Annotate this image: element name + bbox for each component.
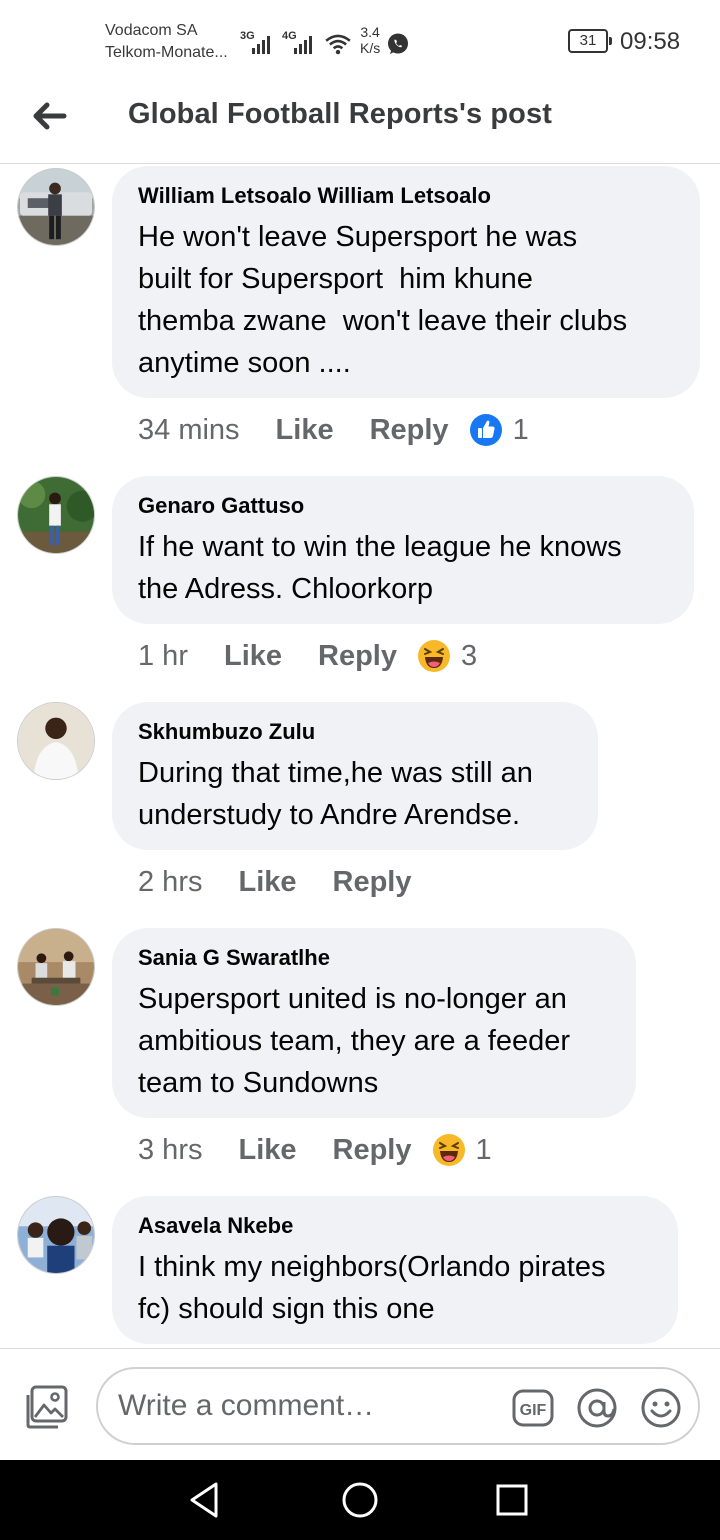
at-mention-icon[interactable] xyxy=(576,1387,618,1429)
nav-back-icon[interactable] xyxy=(184,1478,228,1522)
signal-4g-icon: 4G xyxy=(282,30,318,56)
comment-bubble[interactable]: William Letsoalo William Letsoalo He won… xyxy=(112,166,700,398)
carrier-line-2: Telkom-Monate... xyxy=(105,44,228,61)
like-button[interactable]: Like xyxy=(238,866,296,899)
comment-actions: 3 hrs Like Reply 1 xyxy=(138,1130,492,1170)
haha-reaction-icon xyxy=(432,1134,465,1166)
reaction-count: 1 xyxy=(475,1133,492,1166)
comment-author[interactable]: Skhumbuzo Zulu xyxy=(138,718,572,746)
reply-button[interactable]: Reply xyxy=(333,1134,412,1167)
reply-button[interactable]: Reply xyxy=(318,640,397,673)
carrier-info: Vodacom SA Telkom-Monate... xyxy=(105,20,228,64)
post-header: Global Football Reports's post xyxy=(0,82,720,164)
reply-button[interactable]: Reply xyxy=(370,414,449,447)
comment-text: I think my neighbors(Orlando pirates fc)… xyxy=(138,1251,606,1325)
nav-recents-icon[interactable] xyxy=(490,1478,534,1522)
carrier-line-1: Vodacom SA xyxy=(105,22,198,39)
svg-text:GIF: GIF xyxy=(520,1402,547,1419)
comment-timestamp[interactable]: 2 hrs xyxy=(138,866,202,899)
avatar[interactable] xyxy=(17,1196,95,1274)
reaction-summary[interactable]: 1 xyxy=(469,413,529,447)
comment-text: Supersport united is no-longer an ambiti… xyxy=(138,983,571,1099)
like-button[interactable]: Like xyxy=(224,640,282,673)
signal-3g-icon: 3G xyxy=(240,30,276,56)
comment-box[interactable]: GIF xyxy=(96,1367,700,1445)
reaction-count: 3 xyxy=(461,639,478,672)
photo-icon[interactable] xyxy=(22,1383,70,1431)
reaction-count: 1 xyxy=(512,413,529,446)
comment-timestamp[interactable]: 3 hrs xyxy=(138,1134,202,1167)
network-speed-value: 3.4 xyxy=(360,24,380,40)
comment-input[interactable] xyxy=(118,1369,498,1443)
comment-text: He won't leave Supersport he was built f… xyxy=(138,221,628,379)
comment-author[interactable]: Sania G Swaratlhe xyxy=(138,944,610,972)
comment-author[interactable]: Asavela Nkebe xyxy=(138,1212,652,1240)
wifi-icon xyxy=(325,34,351,55)
comment-text: If he want to win the league he knows th… xyxy=(138,531,622,605)
comment-author[interactable]: Genaro Gattuso xyxy=(138,492,668,520)
like-reaction-icon xyxy=(469,414,502,446)
haha-reaction-icon xyxy=(418,640,450,672)
network-indicators: 3G 4G 3.4 K/s xyxy=(240,24,410,56)
page-title: Global Football Reports's post xyxy=(128,98,552,130)
gif-icon[interactable]: GIF xyxy=(512,1387,554,1429)
comment-author[interactable]: William Letsoalo William Letsoalo xyxy=(138,182,674,210)
like-button[interactable]: Like xyxy=(238,1134,296,1167)
comment-bubble[interactable]: Skhumbuzo Zulu During that time,he was s… xyxy=(112,702,598,850)
comment-timestamp[interactable]: 1 hr xyxy=(138,640,188,673)
arrow-left-icon[interactable] xyxy=(26,92,74,140)
like-button[interactable]: Like xyxy=(276,414,334,447)
reaction-summary[interactable]: 3 xyxy=(417,639,477,673)
network-speed: 3.4 K/s xyxy=(360,24,380,56)
clock: 09:58 xyxy=(620,28,681,55)
emoji-icon[interactable] xyxy=(640,1387,682,1429)
system-nav-bar xyxy=(0,1460,720,1540)
avatar[interactable] xyxy=(17,702,95,780)
battery-level: 31 xyxy=(579,32,597,49)
whatsapp-icon xyxy=(388,33,409,54)
comment-list[interactable]: William Letsoalo William Letsoalo He won… xyxy=(0,164,720,1348)
comment-actions: 2 hrs Like Reply xyxy=(138,862,448,902)
comment-bubble[interactable]: Genaro Gattuso If he want to win the lea… xyxy=(112,476,694,624)
avatar[interactable] xyxy=(17,928,95,1006)
comment-actions: 34 mins Like Reply 1 xyxy=(138,410,529,450)
comment-bubble[interactable]: Asavela Nkebe I think my neighbors(Orlan… xyxy=(112,1196,678,1344)
reply-button[interactable]: Reply xyxy=(333,866,412,899)
comment-actions: 1 hr Like Reply 3 xyxy=(138,636,477,676)
comment-composer: GIF xyxy=(0,1348,720,1460)
comment-text: During that time,he was still an underst… xyxy=(138,757,533,831)
comment-bubble[interactable]: Sania G Swaratlhe Supersport united is n… xyxy=(112,928,636,1118)
avatar[interactable] xyxy=(17,168,95,246)
avatar[interactable] xyxy=(17,476,95,554)
reaction-summary[interactable]: 1 xyxy=(432,1133,492,1167)
battery-icon: 31 xyxy=(568,29,612,53)
network-speed-unit: K/s xyxy=(360,40,381,56)
comment-timestamp[interactable]: 34 mins xyxy=(138,414,240,447)
nav-home-icon[interactable] xyxy=(338,1478,382,1522)
status-bar: Vodacom SA Telkom-Monate... 3G 4G 3.4 K/… xyxy=(0,0,720,82)
